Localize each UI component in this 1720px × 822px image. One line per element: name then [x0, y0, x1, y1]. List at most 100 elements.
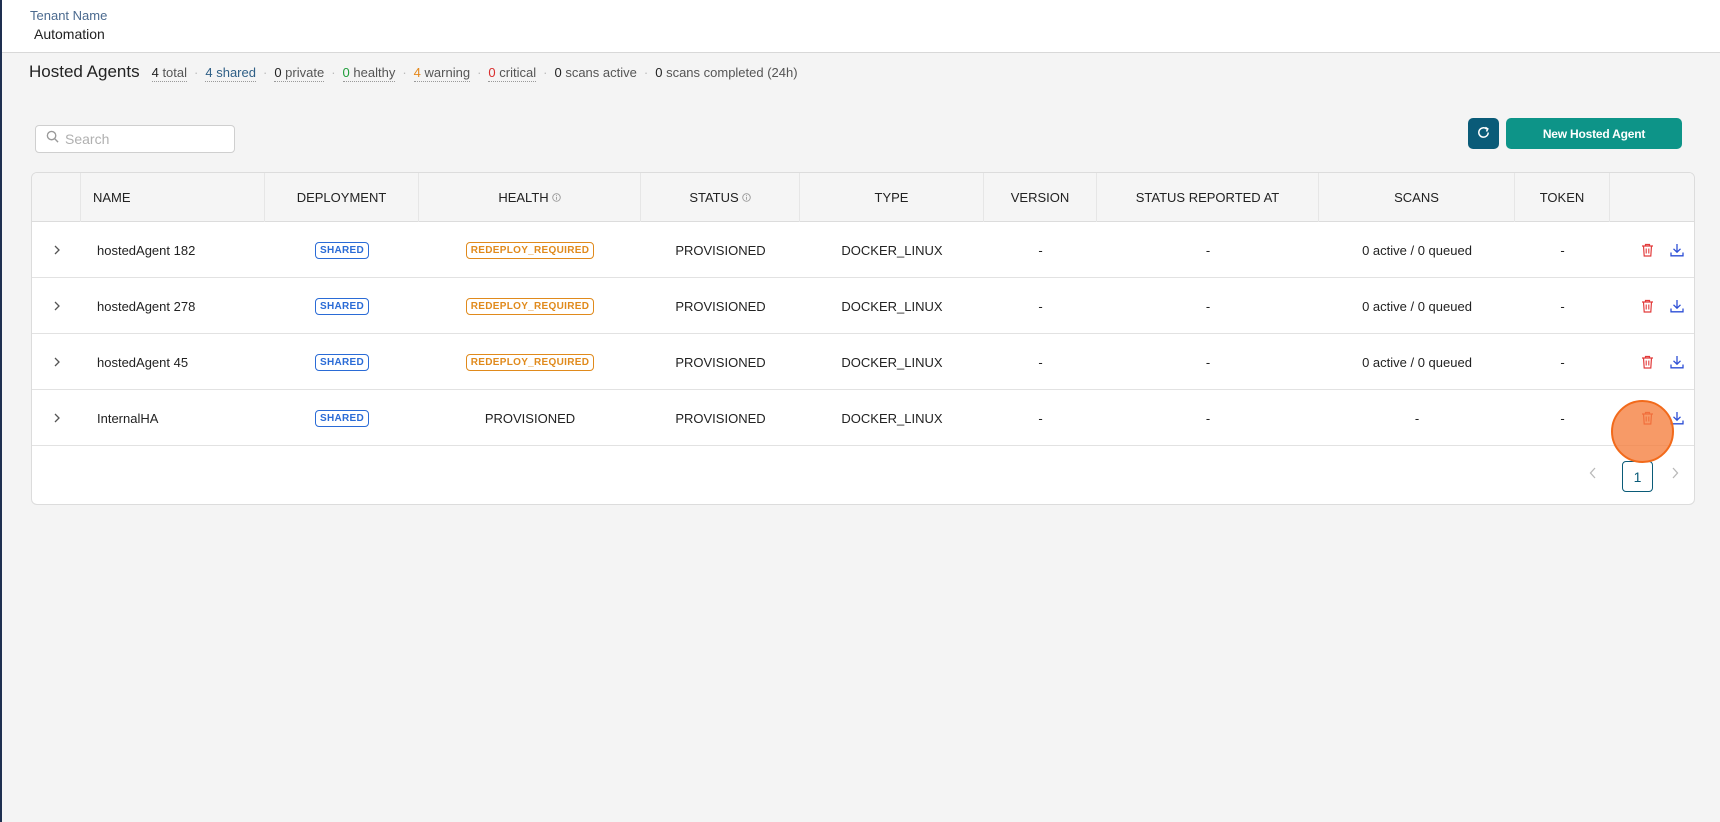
deployment-badge: SHARED — [314, 409, 370, 427]
health-badge: REDEPLOY_REQUIRED — [465, 241, 595, 259]
version-cell: - — [1038, 242, 1043, 258]
version-cell: - — [1038, 354, 1043, 370]
separator-dot: · — [194, 65, 199, 80]
expand-row-button[interactable] — [32, 390, 81, 446]
stat-private[interactable]: 0 private — [274, 65, 325, 82]
agents-table: NAME DEPLOYMENT HEALTH STATUS TYPE VERSI… — [31, 172, 1695, 505]
chevron-right-icon — [53, 411, 61, 426]
stat-shared[interactable]: 4 shared — [205, 65, 256, 82]
separator-dot: · — [262, 65, 268, 80]
search-box[interactable] — [35, 125, 235, 153]
scans-cell: 0 active / 0 queued — [1362, 354, 1472, 370]
refresh-icon — [1476, 125, 1491, 143]
download-icon[interactable] — [1670, 411, 1684, 425]
stat-healthy[interactable]: 0 healthy — [342, 65, 396, 82]
reported-cell: - — [1205, 242, 1211, 258]
table-row[interactable]: hostedAgent 45 SHARED REDEPLOY_REQUIRED … — [32, 334, 1694, 390]
token-cell: - — [1560, 410, 1565, 426]
column-header-token[interactable]: TOKEN — [1515, 173, 1610, 222]
actions-column-header — [1610, 173, 1694, 222]
search-icon — [46, 130, 59, 148]
reported-cell: - — [1205, 354, 1211, 370]
status-cell: PROVISIONED — [675, 242, 766, 258]
type-cell: DOCKER_LINUX — [841, 354, 943, 370]
delete-icon[interactable] — [1641, 355, 1654, 369]
expand-row-button[interactable] — [32, 334, 81, 390]
separator-dot: · — [331, 65, 336, 80]
type-cell: DOCKER_LINUX — [841, 410, 943, 426]
column-header-reported[interactable]: STATUS REPORTED AT — [1097, 173, 1319, 222]
status-cell: PROVISIONED — [675, 410, 766, 426]
health-cell: PROVISIONED — [484, 410, 576, 426]
token-cell: - — [1560, 242, 1565, 258]
scans-cell: 0 active / 0 queued — [1362, 298, 1472, 314]
version-cell: - — [1038, 410, 1043, 426]
top-bar: Tenant Name Automation — [2, 0, 1720, 53]
summary-bar: Hosted Agents 4 total · 4 shared · 0 pri… — [29, 62, 798, 84]
tenant-label: Tenant Name — [30, 8, 108, 23]
separator-dot: · — [402, 65, 407, 80]
scans-cell: 0 active / 0 queued — [1362, 242, 1472, 258]
delete-icon[interactable] — [1641, 299, 1654, 313]
separator-dot: · — [477, 65, 482, 80]
column-header-deployment[interactable]: DEPLOYMENT — [265, 173, 419, 222]
agent-name: hostedAgent 45 — [97, 354, 189, 370]
table-row[interactable]: hostedAgent 182 SHARED REDEPLOY_REQUIRED… — [32, 222, 1694, 278]
status-cell: PROVISIONED — [675, 298, 766, 314]
column-header-status[interactable]: STATUS — [641, 173, 800, 222]
download-icon[interactable] — [1670, 355, 1684, 369]
deployment-badge: SHARED — [314, 353, 370, 371]
info-icon[interactable] — [741, 190, 751, 205]
delete-icon[interactable] — [1641, 243, 1654, 257]
chevron-right-icon — [53, 243, 61, 258]
column-header-name[interactable]: NAME — [81, 173, 265, 222]
health-badge: REDEPLOY_REQUIRED — [465, 297, 595, 315]
page-1-button[interactable]: 1 — [1622, 461, 1653, 492]
reported-cell: - — [1205, 410, 1211, 426]
column-header-version[interactable]: VERSION — [984, 173, 1097, 222]
token-cell: - — [1560, 298, 1565, 314]
download-icon[interactable] — [1670, 299, 1684, 313]
search-input[interactable] — [63, 130, 223, 148]
chevron-right-icon — [53, 299, 61, 314]
page-title: Hosted Agents — [29, 62, 140, 81]
agent-name: hostedAgent 278 — [97, 298, 196, 314]
stat-critical[interactable]: 0 critical — [488, 65, 537, 82]
table-row[interactable]: InternalHA SHARED PROVISIONED PROVISIONE… — [32, 390, 1694, 446]
expand-row-button[interactable] — [32, 222, 81, 278]
health-badge: REDEPLOY_REQUIRED — [465, 353, 595, 371]
stat-scans-active: 0 scans active — [554, 65, 637, 80]
table-row[interactable]: hostedAgent 278 SHARED REDEPLOY_REQUIRED… — [32, 278, 1694, 334]
expand-column-header — [32, 173, 81, 222]
agent-name: InternalHA — [97, 410, 159, 426]
type-cell: DOCKER_LINUX — [841, 242, 943, 258]
chevron-right-icon — [53, 355, 61, 370]
separator-dot: · — [643, 65, 649, 80]
tenant-value[interactable]: Automation — [34, 26, 105, 42]
next-page-button[interactable] — [1671, 466, 1679, 484]
reported-cell: - — [1205, 298, 1211, 314]
token-cell: - — [1560, 354, 1565, 370]
deployment-badge: SHARED — [314, 297, 370, 315]
deployment-badge: SHARED — [314, 241, 370, 259]
expand-row-button[interactable] — [32, 278, 81, 334]
new-hosted-agent-button[interactable]: New Hosted Agent — [1506, 118, 1682, 149]
agent-name: hostedAgent 182 — [97, 242, 196, 258]
stat-warning[interactable]: 4 warning — [413, 65, 471, 82]
column-header-type[interactable]: TYPE — [800, 173, 984, 222]
separator-dot: · — [543, 65, 548, 80]
status-cell: PROVISIONED — [675, 354, 766, 370]
version-cell: - — [1038, 298, 1043, 314]
stat-scans-completed: 0 scans completed (24h) — [655, 65, 798, 80]
type-cell: DOCKER_LINUX — [841, 298, 943, 314]
download-icon[interactable] — [1670, 243, 1684, 257]
refresh-button[interactable] — [1468, 118, 1499, 149]
previous-page-button[interactable] — [1589, 466, 1597, 484]
info-icon[interactable] — [551, 190, 561, 205]
column-header-health[interactable]: HEALTH — [419, 173, 641, 222]
scans-cell: - — [1414, 410, 1420, 426]
column-header-scans[interactable]: SCANS — [1319, 173, 1515, 222]
stat-total[interactable]: 4 total — [151, 65, 188, 82]
delete-icon[interactable] — [1641, 411, 1654, 425]
table-header: NAME DEPLOYMENT HEALTH STATUS TYPE VERSI… — [32, 173, 1694, 222]
